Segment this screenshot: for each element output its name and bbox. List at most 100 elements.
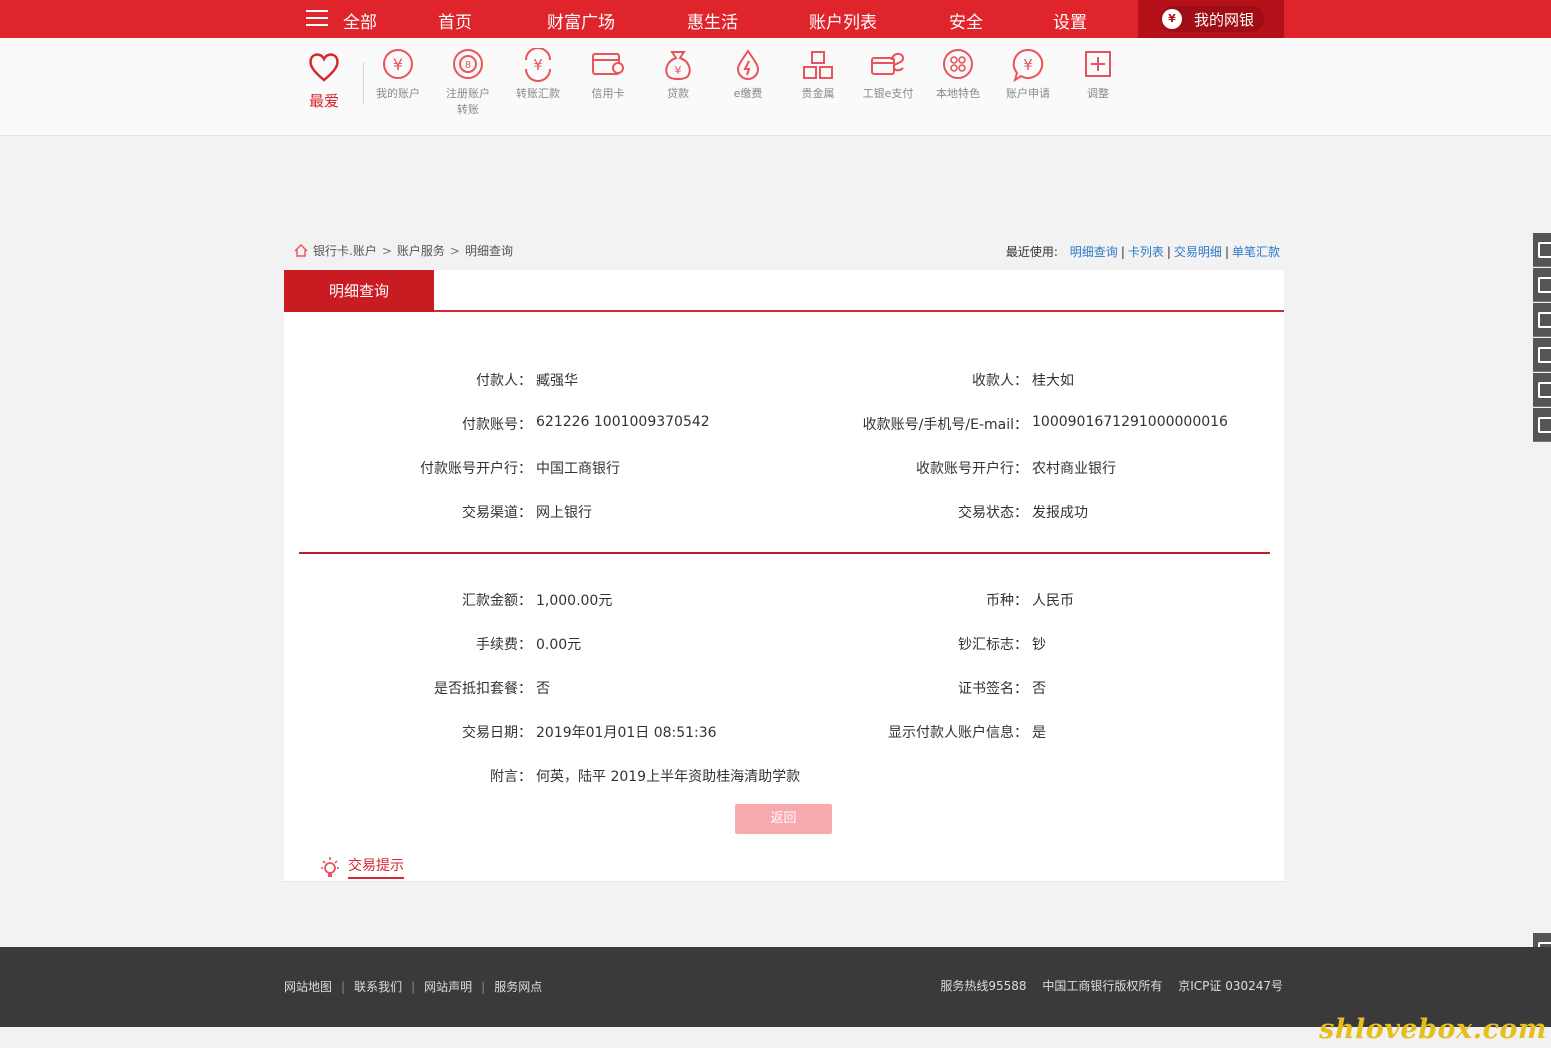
field-label: 手续费： (476, 637, 532, 653)
nav-accounts[interactable]: 账户列表 (809, 8, 877, 33)
quick-label: 调整 (1087, 87, 1109, 100)
field-value: 钞 (1032, 637, 1046, 653)
watermark: shlovebox.com (1319, 1014, 1547, 1045)
tab-detail-query[interactable]: 明细查询 (284, 270, 434, 312)
quick-e-pay[interactable]: 工银e支付 (853, 48, 923, 102)
my-bank-label: 我的网银 (1194, 11, 1255, 29)
tips-tab[interactable]: 交易提示 (348, 855, 404, 879)
field-value: 何英，陆平 2019上半年资助桂海清助学款 (536, 769, 801, 785)
nav-wealth[interactable]: 财富广场 (547, 8, 615, 33)
breadcrumb-separator: > (381, 243, 392, 258)
field-label: 附言： (490, 769, 532, 785)
breadcrumb: 银行卡.账户 > 账户服务 > 明细查询 (294, 242, 513, 259)
nav-life[interactable]: 惠生活 (687, 8, 738, 33)
footer-link[interactable]: 联系我们 (354, 980, 402, 994)
breadcrumb-item[interactable]: 账户服务 (397, 242, 445, 259)
footer-links: 网站地图 | 联系我们 | 网站声明 | 服务网点 (284, 980, 543, 994)
recent-link[interactable]: 单笔汇款 (1232, 245, 1280, 259)
nav-all[interactable]: 全部 (343, 8, 377, 33)
quick-loan[interactable]: ¥ 贷款 (643, 48, 713, 102)
gift-icon (1538, 242, 1551, 258)
favorites-label: 最爱 (308, 92, 339, 110)
quick-label: 账户申请 (1006, 87, 1050, 100)
side-tool-camera[interactable] (1533, 303, 1551, 337)
favorites-item[interactable]: 最爱 (303, 50, 345, 111)
field-label: 付款账号： (462, 417, 532, 433)
send-icon (1538, 277, 1551, 293)
quick-label: 工银e支付 (862, 87, 914, 100)
quick-e-payment[interactable]: e缴费 (713, 48, 783, 102)
quick-my-account[interactable]: ¥ 我的账户 (363, 48, 433, 102)
quick-label: 贷款 (667, 87, 689, 100)
side-tool-mail[interactable] (1533, 373, 1551, 407)
field-value: 否 (536, 681, 550, 697)
field-label: 钞汇标志： (958, 637, 1028, 653)
field-label: 是否抵扣套餐： (434, 681, 532, 697)
my-bank-button[interactable]: ¥ 我的网银 (1138, 0, 1284, 38)
tips-bar: 交易提示 (284, 852, 1284, 882)
quick-precious-metal[interactable]: 贵金属 (783, 48, 853, 102)
field-label: 汇款金额： (462, 593, 532, 609)
recent-link[interactable]: 卡列表 (1128, 245, 1164, 259)
field-label: 交易状态： (958, 505, 1028, 521)
breadcrumb-item[interactable]: 银行卡.账户 (313, 242, 377, 259)
field-label: 显示付款人账户信息： (888, 725, 1028, 741)
yuan-circle-icon: ¥ (383, 49, 413, 79)
credit-card-icon (592, 53, 624, 75)
side-tool-service[interactable] (1533, 408, 1551, 442)
footer-link[interactable]: 服务网点 (494, 980, 542, 994)
gold-bars-icon (803, 51, 833, 79)
account-apply-icon: ¥ (1012, 48, 1044, 82)
tab-header: 明细查询 (284, 270, 1284, 312)
svg-text:¥: ¥ (675, 64, 682, 77)
camera-icon (1538, 312, 1551, 328)
lightbulb-icon (321, 857, 339, 877)
field-label: 收款账号/手机号/E-mail： (862, 417, 1028, 433)
home-icon[interactable] (294, 244, 308, 257)
nav-security[interactable]: 安全 (949, 8, 983, 33)
local-features-icon (943, 49, 973, 79)
quick-label: 转账汇款 (516, 87, 560, 100)
plus-square-icon (1085, 51, 1111, 77)
quick-local-features[interactable]: 本地特色 (923, 48, 993, 102)
quick-adjust[interactable]: 调整 (1063, 48, 1133, 102)
section-divider (299, 552, 1270, 554)
breadcrumb-separator: > (449, 243, 460, 258)
field-value: 1,000.00元 (536, 593, 613, 609)
side-tool-send[interactable] (1533, 268, 1551, 302)
field-label: 交易渠道： (462, 505, 532, 521)
field-value: 中国工商银行 (536, 461, 620, 477)
recent-link[interactable]: 明细查询 (1070, 245, 1118, 259)
side-tool-calendar[interactable] (1533, 338, 1551, 372)
heart-icon (309, 53, 339, 82)
copyright-text: 中国工商银行版权所有 (1042, 979, 1163, 993)
quick-label: 注册账户转账 (446, 87, 490, 116)
menu-icon[interactable] (306, 10, 328, 28)
hotline-text: 服务热线95588 (940, 979, 1027, 993)
footer-info: 服务热线95588 中国工商银行版权所有 京ICP证 030247号 (928, 977, 1283, 994)
e-pay-icon (871, 52, 904, 75)
nav-settings[interactable]: 设置 (1053, 8, 1087, 33)
recent-link[interactable]: 交易明细 (1174, 245, 1222, 259)
field-value: 是 (1032, 725, 1046, 741)
quick-credit-card[interactable]: 信用卡 (573, 48, 643, 102)
footer-link[interactable]: 网站地图 (284, 980, 332, 994)
field-label: 交易日期： (462, 725, 532, 741)
breadcrumb-current: 明细查询 (464, 244, 513, 258)
field-label: 付款账号开户行： (420, 461, 532, 477)
quick-registered-transfer[interactable]: 8 注册账户转账 (433, 48, 503, 118)
mail-icon (1538, 382, 1551, 398)
field-value: 农村商业银行 (1032, 461, 1116, 477)
top-nav-bar: 全部 首页 财富广场 惠生活 账户列表 安全 设置 ¥ 我的网银 (0, 0, 1551, 38)
quick-label: 贵金属 (801, 87, 835, 100)
quick-account-apply[interactable]: ¥ 账户申请 (993, 48, 1063, 102)
footer-link[interactable]: 网站声明 (424, 980, 472, 994)
nav-home[interactable]: 首页 (438, 8, 472, 33)
quick-transfer[interactable]: ¥ 转账汇款 (503, 48, 573, 102)
field-label: 收款账号开户行： (916, 461, 1028, 477)
quick-label: 本地特色 (936, 87, 980, 100)
money-bag-icon: ¥ (1162, 9, 1182, 29)
svg-text:8: 8 (465, 60, 471, 71)
side-tool-gift[interactable] (1533, 233, 1551, 267)
back-button[interactable]: 返回 (735, 804, 832, 834)
